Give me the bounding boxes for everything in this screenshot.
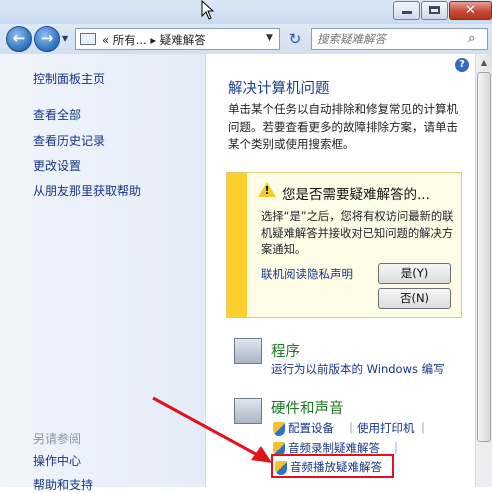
chevron-down-icon[interactable]: ▼ bbox=[266, 33, 273, 43]
warning-icon-mark: ! bbox=[264, 184, 270, 197]
recent-pages-dropdown[interactable]: ▼ bbox=[62, 34, 72, 44]
link-help-and-support[interactable]: 帮助和支持 bbox=[33, 476, 93, 493]
page-description: 单击某个任务以自动排除和修复常见的计算机问题。若要查看更多的故障排除方案，请单击… bbox=[228, 102, 458, 151]
link-action-center[interactable]: 操作中心 bbox=[33, 452, 81, 469]
control-panel-icon bbox=[80, 33, 96, 45]
mouse-cursor-icon bbox=[201, 0, 215, 20]
highlight-box bbox=[271, 454, 394, 478]
close-icon: ✕ bbox=[465, 3, 476, 18]
navigation-bar: ← → ▼ « 所有... ▸ 疑难解答 ▼ ↻ ⌕ bbox=[0, 24, 492, 54]
search-box[interactable]: ⌕ bbox=[311, 28, 488, 50]
link-change-settings[interactable]: 更改设置 bbox=[33, 157, 81, 174]
forward-button[interactable]: → bbox=[34, 26, 60, 52]
page-title: 解决计算机问题 bbox=[228, 81, 330, 97]
link-separator: | bbox=[394, 440, 398, 454]
arrow-left-icon: ← bbox=[12, 29, 26, 47]
online-troubleshooting-notice: ! 您是否需要疑难解答的... 选择“是”之后，您将有权访问最新的联机疑难解答并… bbox=[226, 172, 462, 318]
link-view-history[interactable]: 查看历史记录 bbox=[33, 132, 105, 149]
vertical-scrollbar[interactable]: ▲ bbox=[475, 54, 492, 487]
refresh-button[interactable]: ↻ bbox=[284, 28, 306, 50]
category-programs-title[interactable]: 程序 bbox=[271, 340, 300, 361]
arrow-right-icon: → bbox=[40, 29, 54, 47]
minimize-icon bbox=[402, 11, 412, 14]
maximize-icon bbox=[429, 6, 440, 14]
notice-title: 您是否需要疑难解答的... bbox=[282, 187, 430, 203]
programs-icon[interactable] bbox=[234, 338, 262, 364]
link-configure-device[interactable]: 配置设备 bbox=[273, 420, 334, 436]
maximize-button[interactable] bbox=[421, 1, 448, 20]
breadcrumb[interactable]: « 所有... ▸ 疑难解答 bbox=[102, 32, 206, 48]
link-run-older-programs[interactable]: 运行为以前版本的 Windows 编写 bbox=[271, 361, 445, 377]
link-separator: | bbox=[349, 420, 353, 434]
category-hardware-sound-title[interactable]: 硬件和声音 bbox=[271, 397, 344, 418]
notice-accent-bar bbox=[227, 173, 247, 317]
title-bar: ✕ bbox=[0, 0, 492, 24]
back-button[interactable]: ← bbox=[6, 26, 32, 52]
address-bar[interactable]: « 所有... ▸ 疑难解答 ▼ bbox=[75, 28, 280, 50]
minimize-button[interactable] bbox=[393, 1, 420, 20]
link-view-all[interactable]: 查看全部 bbox=[33, 106, 81, 123]
privacy-statement-link[interactable]: 联机阅读隐私声明 bbox=[261, 266, 353, 282]
help-icon[interactable]: ? bbox=[455, 58, 469, 72]
search-input[interactable] bbox=[317, 31, 462, 47]
link-get-help-from-friend[interactable]: 从朋友那里获取帮助 bbox=[33, 182, 141, 199]
close-button[interactable]: ✕ bbox=[449, 1, 492, 20]
red-arrow-annotation bbox=[152, 396, 272, 463]
scroll-thumb[interactable] bbox=[477, 72, 491, 442]
no-button[interactable]: 否(N) bbox=[378, 288, 451, 309]
yes-button[interactable]: 是(Y) bbox=[378, 263, 451, 284]
scroll-up-button[interactable]: ▲ bbox=[476, 54, 492, 71]
search-icon[interactable]: ⌕ bbox=[468, 31, 475, 46]
link-control-panel-home[interactable]: 控制面板主页 bbox=[33, 70, 105, 87]
link-use-printer[interactable]: 使用打印机 bbox=[357, 420, 415, 436]
notice-body: 选择“是”之后，您将有权访问最新的联机疑难解答并接收对已知问题的解决方案通知。 bbox=[261, 210, 454, 256]
see-also-heading: 另请参阅 bbox=[33, 432, 82, 446]
link-separator: | bbox=[421, 420, 425, 434]
refresh-icon: ↻ bbox=[288, 30, 302, 48]
